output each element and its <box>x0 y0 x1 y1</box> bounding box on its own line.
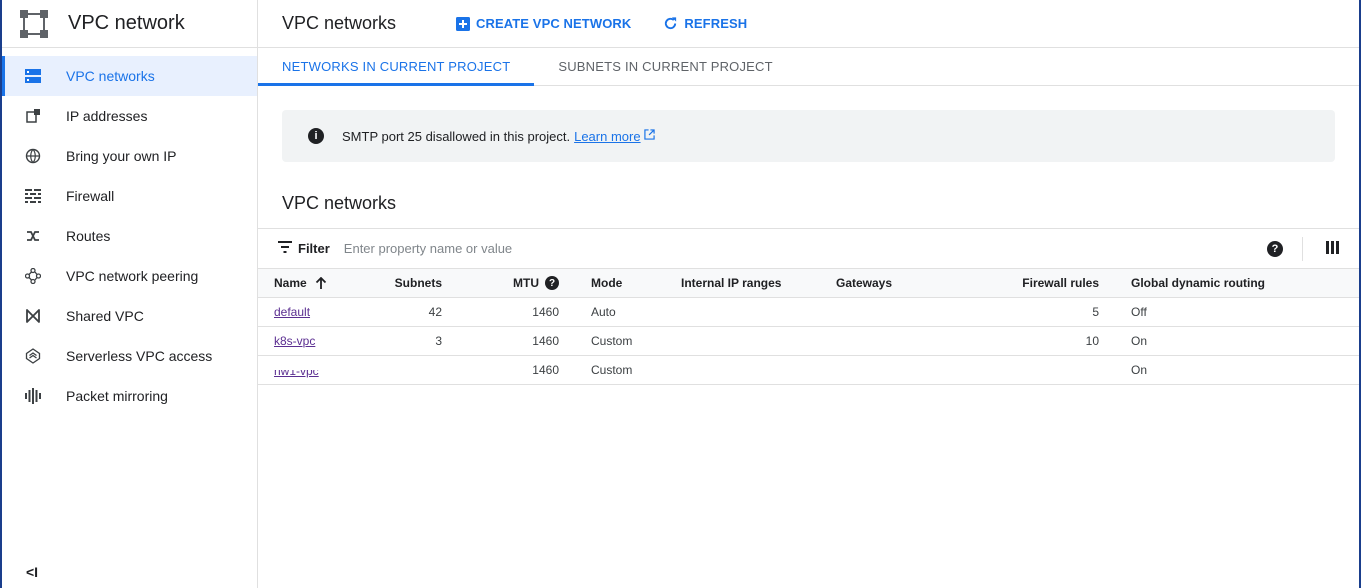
column-header-firewall-rules[interactable]: Firewall rules <box>919 269 1099 298</box>
sidebar-item-ip-addresses[interactable]: IP addresses <box>2 96 257 136</box>
packet-mirroring-icon <box>24 387 42 405</box>
vpc-network-logo-icon <box>20 9 48 38</box>
cell-global-dynamic-routing: On <box>1131 363 1148 377</box>
cell-internal-ip-ranges <box>649 298 804 327</box>
learn-more-link[interactable]: Learn more <box>574 129 640 144</box>
column-header-name[interactable]: Name <box>258 269 353 298</box>
cell-global-dynamic-routing: On <box>1131 334 1148 348</box>
info-icon: i <box>308 128 324 144</box>
tab-subnets-in-current-project[interactable]: SUBNETS IN CURRENT PROJECT <box>534 48 796 85</box>
cell-global-dynamic-routing: Off <box>1131 305 1147 319</box>
column-header-mode[interactable]: Mode <box>559 269 649 298</box>
add-box-icon <box>456 16 470 31</box>
cell-subnets: 3 <box>435 334 442 348</box>
top-bar: VPC networks CREATE VPC NETWORK REFRESH <box>258 0 1359 48</box>
cell-mode: Auto <box>591 305 616 319</box>
filter-bar: Filter ? <box>258 228 1359 268</box>
sidebar-item-packet-mirroring[interactable]: Packet mirroring <box>2 376 257 416</box>
page-title: VPC networks <box>282 13 397 33</box>
network-name-link[interactable]: nw1-vpc <box>274 370 319 379</box>
sidebar-item-serverless-vpc-access[interactable]: Serverless VPC access <box>2 336 257 376</box>
sidebar-item-label: Bring your own IP <box>66 148 177 164</box>
column-header-mtu[interactable]: MTU? <box>442 269 559 298</box>
cell-gateways <box>804 356 919 385</box>
divider <box>1302 237 1303 261</box>
collapse-sidebar-button[interactable]: <I <box>26 564 38 580</box>
routes-icon <box>24 227 42 245</box>
cell-firewall-rules <box>919 356 1099 385</box>
cell-internal-ip-ranges <box>649 356 804 385</box>
cell-gateways <box>804 298 919 327</box>
tab-networks-in-current-project[interactable]: NETWORKS IN CURRENT PROJECT <box>258 48 535 86</box>
table-row: default 42 1460 Auto 5 Off <box>258 298 1359 327</box>
section-title: VPC networks <box>282 193 397 213</box>
cell-mode: Custom <box>591 334 633 348</box>
cell-mtu: 1460 <box>532 305 559 319</box>
help-icon[interactable]: ? <box>545 276 559 290</box>
cell-firewall-rules: 5 <box>1092 305 1099 319</box>
firewall-icon <box>24 187 42 205</box>
serverless-icon <box>24 347 42 365</box>
sidebar-item-label: VPC networks <box>66 68 155 84</box>
vpc-networks-icon <box>24 67 42 85</box>
sidebar-item-label: Firewall <box>66 188 115 204</box>
cell-subnets <box>353 356 442 385</box>
table-row: k8s-vpc 3 1460 Custom 10 On <box>258 327 1359 356</box>
cell-internal-ip-ranges <box>649 327 804 356</box>
main-content: VPC networks CREATE VPC NETWORK REFRESH … <box>258 0 1359 588</box>
banner-text: SMTP port 25 disallowed in this project. <box>342 128 571 144</box>
sidebar-item-shared-vpc[interactable]: Shared VPC <box>2 296 257 336</box>
sidebar-item-label: Serverless VPC access <box>66 348 213 364</box>
info-banner: i SMTP port 25 disallowed in this projec… <box>282 110 1335 162</box>
sidebar-item-label: Packet mirroring <box>66 388 168 404</box>
sidebar-item-label: VPC network peering <box>66 268 199 284</box>
column-header-internal-ip-ranges[interactable]: Internal IP ranges <box>649 269 804 298</box>
cell-firewall-rules: 10 <box>1085 334 1099 348</box>
sidebar-header: VPC network <box>2 0 257 48</box>
network-name-link[interactable]: k8s-vpc <box>274 334 315 348</box>
column-header-global-dynamic-routing[interactable]: Global dynamic routing <box>1099 269 1359 298</box>
filter-icon[interactable] <box>278 240 292 258</box>
ip-addresses-icon <box>24 107 42 125</box>
table-header-row: Name Subnets MTU? Mode Internal IP range… <box>258 268 1359 298</box>
filter-label: Filter <box>298 241 330 256</box>
sidebar-item-label: Routes <box>66 228 111 244</box>
tab-bar: NETWORKS IN CURRENT PROJECT SUBNETS IN C… <box>258 48 1359 86</box>
filter-input[interactable] <box>343 241 944 256</box>
column-header-subnets[interactable]: Subnets <box>353 269 442 298</box>
sidebar-title: VPC network <box>68 12 185 34</box>
refresh-icon <box>665 17 677 30</box>
network-name-link[interactable]: default <box>274 305 310 319</box>
cell-mtu: 1460 <box>532 363 559 377</box>
external-link-icon <box>643 129 655 143</box>
sidebar-item-firewall[interactable]: Firewall <box>2 176 257 216</box>
column-header-gateways[interactable]: Gateways <box>804 269 919 298</box>
create-vpc-network-button[interactable]: CREATE VPC NETWORK <box>456 16 631 31</box>
vpc-networks-table: Name Subnets MTU? Mode Internal IP range… <box>258 268 1359 385</box>
shared-vpc-icon <box>24 307 42 325</box>
sort-ascending-icon <box>315 276 326 289</box>
table-row: nw1-vpc 1460 Custom On <box>258 356 1359 385</box>
refresh-label: REFRESH <box>684 16 748 31</box>
cell-subnets: 42 <box>428 305 442 319</box>
globe-icon <box>24 147 42 165</box>
sidebar-item-label: Shared VPC <box>66 308 144 324</box>
sidebar-item-routes[interactable]: Routes <box>2 216 257 256</box>
refresh-button[interactable]: REFRESH <box>663 16 747 31</box>
peering-icon <box>24 267 42 285</box>
sidebar-item-vpc-network-peering[interactable]: VPC network peering <box>2 256 257 296</box>
column-display-options-icon[interactable] <box>1326 241 1339 259</box>
sidebar-item-bring-your-own-ip[interactable]: Bring your own IP <box>2 136 257 176</box>
sidebar: VPC network VPC networks IP addresses Br… <box>2 0 258 588</box>
sidebar-item-vpc-networks[interactable]: VPC networks <box>2 56 257 96</box>
create-vpc-network-label: CREATE VPC NETWORK <box>476 16 632 31</box>
help-icon[interactable]: ? <box>1267 241 1283 257</box>
sidebar-item-label: IP addresses <box>66 108 148 124</box>
cell-gateways <box>804 327 919 356</box>
sidebar-menu: VPC networks IP addresses Bring your own… <box>2 56 257 416</box>
cell-mtu: 1460 <box>532 334 559 348</box>
cell-mode: Custom <box>591 363 633 377</box>
